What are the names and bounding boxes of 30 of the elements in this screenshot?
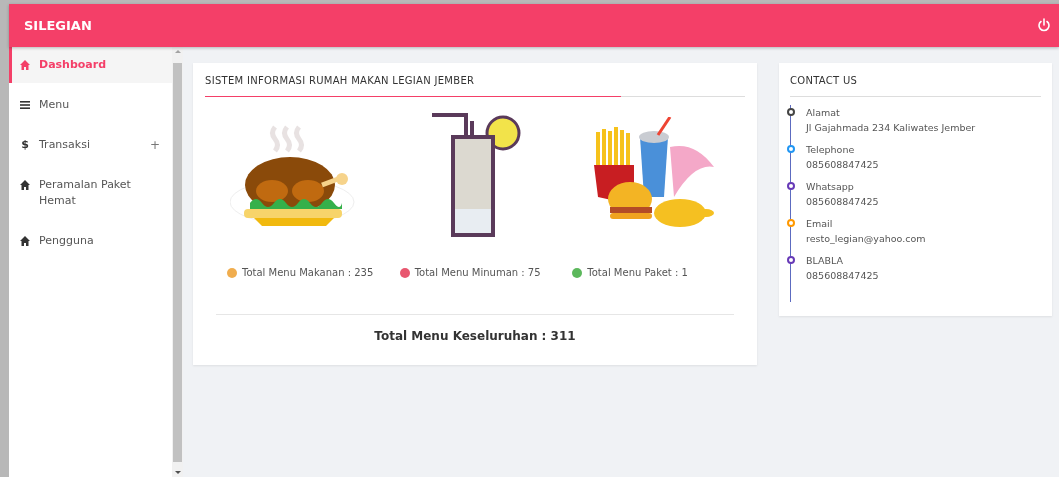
total-menu-text: Total Menu Keseluruhan : 311 — [373, 329, 577, 343]
sidebar-item[interactable]: Menu — [9, 87, 172, 123]
contact-value: 085608847425 — [806, 158, 879, 172]
sidebar-item[interactable]: $ Transaksi + — [9, 127, 172, 163]
scrollbar[interactable] — [172, 47, 183, 477]
home-icon — [20, 180, 30, 190]
contact-label: Email — [806, 217, 834, 231]
contact-value: resto_legian@yahoo.com — [806, 232, 926, 246]
expand-icon: + — [149, 137, 160, 153]
contact-label: Telephone — [806, 143, 856, 157]
stat-label: Total Menu Makanan : 235 — [242, 267, 374, 278]
sidebar-item[interactable]: Peramalan Paket Hemat — [9, 167, 172, 219]
contact-label: Whatsapp — [806, 180, 855, 194]
menu-icon — [20, 100, 30, 110]
contact-value: Jl Gajahmada 234 Kaliwates Jember — [806, 121, 976, 135]
stat-label: Total Menu Paket : 1 — [587, 267, 688, 278]
contact-label: Alamat — [806, 106, 841, 120]
contact-value: 085608847425 — [806, 195, 879, 209]
contact-label: BLABLA — [806, 254, 845, 268]
power-button[interactable] — [1037, 17, 1053, 34]
power-icon — [1037, 17, 1051, 32]
contact-value: 085608847425 — [806, 269, 879, 283]
home-icon — [20, 236, 30, 246]
sidebar-item[interactable]: Pengguna — [9, 223, 172, 259]
card-title: SISTEM INFORMASI RUMAH MAKAN LEGIAN JEMBER — [205, 75, 476, 88]
dollar-icon: $ — [20, 137, 30, 153]
stat-label: Total Menu Minuman : 75 — [414, 267, 541, 278]
app-title: SILEGIAN — [24, 18, 92, 33]
home-icon — [20, 60, 30, 70]
card-title: CONTACT US — [790, 75, 1041, 97]
